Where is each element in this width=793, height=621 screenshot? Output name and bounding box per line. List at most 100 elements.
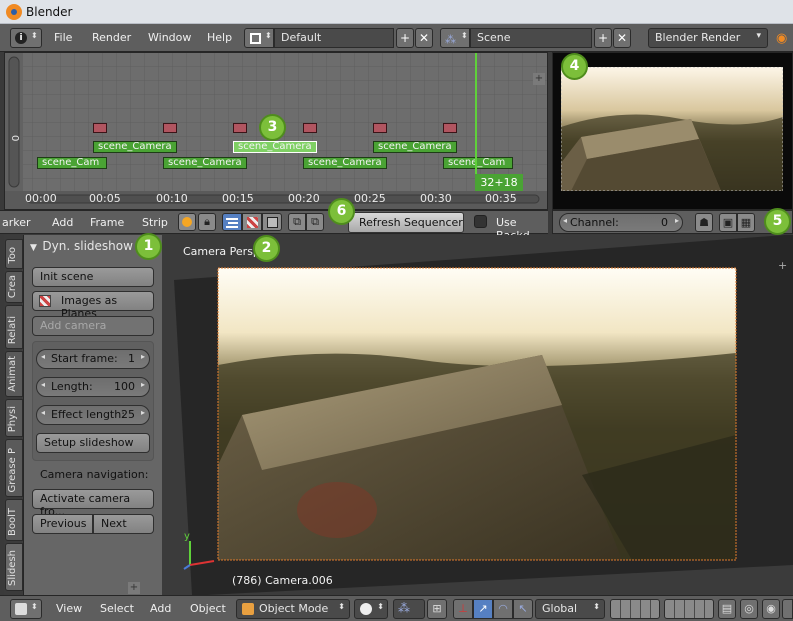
left-arrow-icon: ◂ — [563, 216, 568, 225]
remove-layout-button[interactable]: ✕ — [415, 28, 433, 48]
menu-help[interactable]: Help — [207, 31, 232, 44]
scale-icon[interactable]: ↖ — [513, 599, 533, 619]
region-expand-icon[interactable]: + — [128, 582, 140, 594]
length-field[interactable]: ◂ Length: 100 ▸ — [36, 377, 150, 397]
scene-strip[interactable]: scene_Camera — [303, 157, 387, 169]
left-arrow-icon: ◂ — [41, 408, 46, 417]
init-scene-button[interactable]: Init scene — [32, 267, 154, 287]
sequencer-preview[interactable] — [552, 52, 793, 210]
next-button[interactable]: Next — [93, 514, 154, 534]
activate-camera-button[interactable]: Activate camera fro... — [32, 489, 154, 518]
more-icon[interactable] — [782, 599, 793, 619]
lock-icon[interactable]: 🔒︎ — [198, 213, 216, 231]
pivot-dropdown[interactable]: ⁂ — [393, 599, 425, 619]
refresh-sequencer-button[interactable]: Refresh Sequencer — [348, 212, 464, 233]
scene-strip[interactable]: scene_Cam — [37, 157, 107, 169]
scene-strip[interactable]: scene_Cam — [443, 157, 513, 169]
scene-name[interactable]: Scene — [470, 28, 592, 48]
scene-strip-selected[interactable]: scene_Camera — [233, 141, 317, 153]
tab-relations[interactable]: Relati — [5, 305, 23, 349]
lock-layers-icon[interactable]: ▤ — [718, 599, 736, 619]
shading-dropdown[interactable]: ⬍ — [354, 599, 388, 619]
title-bar: Blender — [0, 0, 793, 24]
setup-slideshow-button[interactable]: Setup slideshow — [36, 433, 150, 453]
menu-file[interactable]: File — [54, 31, 72, 44]
region-expand-icon[interactable]: + — [778, 259, 787, 272]
add-layout-button[interactable]: + — [396, 28, 414, 48]
scene-selector[interactable]: ⁂ ⬍ — [440, 28, 470, 48]
use-backdrop-checkbox[interactable] — [474, 215, 487, 228]
layers-grid-1[interactable] — [610, 599, 660, 619]
mode-dropdown[interactable]: Object Mode ⬍ — [236, 599, 350, 619]
tab-slideshow[interactable]: Slidesh — [5, 543, 23, 591]
add-camera-button[interactable]: Add camera — [32, 316, 154, 336]
images-as-planes-button[interactable]: Images as Planes — [32, 291, 154, 320]
render-still-icon[interactable]: ▣ — [719, 213, 737, 232]
sequence-marker[interactable] — [163, 123, 177, 133]
menu-render[interactable]: Render — [92, 31, 131, 44]
menu-frame[interactable]: Frame — [90, 216, 124, 229]
layers-grid-2[interactable] — [664, 599, 714, 619]
tab-booltool[interactable]: BoolT — [5, 499, 23, 541]
orientation-dropdown[interactable]: Global ⬍ — [535, 599, 605, 619]
sequence-marker[interactable] — [373, 123, 387, 133]
overlay-icon[interactable] — [178, 213, 196, 231]
translate-icon[interactable]: ↗ — [473, 599, 493, 619]
pivot-icon: ⁂ — [398, 601, 410, 615]
sequencer-view-icon[interactable] — [222, 213, 242, 231]
paste-icon[interactable]: ⧉ — [306, 213, 324, 231]
menu-view[interactable]: View — [56, 602, 82, 615]
remove-scene-button[interactable]: ✕ — [613, 28, 631, 48]
sequence-marker[interactable] — [443, 123, 457, 133]
sequence-marker[interactable] — [303, 123, 317, 133]
snap-icon[interactable]: ◉ — [762, 599, 780, 619]
tab-physics[interactable]: Physi — [5, 399, 23, 437]
proportional-edit-icon[interactable]: ◎ — [740, 599, 758, 619]
updown-icon: ⬍ — [461, 31, 468, 40]
callout-badge: 2 — [253, 235, 280, 262]
scene-strip[interactable]: scene_Camera — [93, 141, 177, 153]
scene-strip[interactable]: scene_Camera — [373, 141, 457, 153]
channel-field[interactable]: ◂ Channel: 0 ▸ — [559, 213, 683, 232]
channel-label: Channel: — [570, 216, 619, 229]
sequence-marker[interactable] — [93, 123, 107, 133]
manipulator-icon[interactable]: ⊥ — [453, 599, 473, 619]
pivot-align-icon[interactable]: ⊞ — [427, 599, 447, 619]
rotate-icon[interactable]: ◠ — [493, 599, 513, 619]
scene-strip[interactable]: scene_Camera — [163, 157, 247, 169]
split-view-icon[interactable] — [262, 213, 282, 231]
start-frame-field[interactable]: ◂ Start frame: 1 ▸ — [36, 349, 150, 369]
menu-add[interactable]: Add — [52, 216, 73, 229]
effect-length-field[interactable]: ◂ Effect length: 25 ▸ — [36, 405, 150, 425]
editor-type-button[interactable]: i ⬍ — [10, 28, 42, 48]
copy-icon[interactable]: ⧉ — [288, 213, 306, 231]
screen-layout-selector[interactable]: ⬍ — [244, 28, 274, 48]
sequence-marker[interactable] — [233, 123, 247, 133]
menu-select[interactable]: Select — [100, 602, 134, 615]
menu-marker[interactable]: arker — [2, 216, 31, 229]
menu-window[interactable]: Window — [148, 31, 191, 44]
3d-viewport[interactable]: y Camera Persp (786) Camera.006 + — [162, 235, 793, 595]
solid-shading-icon — [360, 603, 372, 615]
tab-animation[interactable]: Animat — [5, 351, 23, 397]
tab-grease-pencil[interactable]: Grease P — [5, 439, 23, 497]
menu-add[interactable]: Add — [150, 602, 171, 615]
ghost-icon[interactable]: ☗ — [695, 213, 713, 232]
menu-object[interactable]: Object — [190, 602, 226, 615]
tab-create[interactable]: Crea — [5, 271, 23, 303]
menu-strip[interactable]: Strip — [142, 216, 168, 229]
region-expand-icon[interactable]: + — [533, 73, 545, 85]
time-tick: 00:00 — [25, 192, 57, 205]
blender-logo-icon: ◉ — [776, 31, 788, 46]
editor-type-button[interactable]: ⬍ — [10, 599, 42, 619]
playhead[interactable] — [475, 53, 477, 191]
previous-button[interactable]: Previous — [32, 514, 93, 534]
preview-image — [561, 67, 783, 191]
screen-layout-name[interactable]: Default — [274, 28, 394, 48]
render-engine-dropdown[interactable]: Blender Render ▾ — [648, 28, 768, 48]
tab-tools[interactable]: Too — [5, 239, 23, 269]
clapperboard-icon[interactable]: ▦ — [737, 213, 755, 232]
preview-view-icon[interactable] — [242, 213, 262, 231]
view-label: Camera Persp — [183, 245, 260, 258]
add-scene-button[interactable]: + — [594, 28, 612, 48]
